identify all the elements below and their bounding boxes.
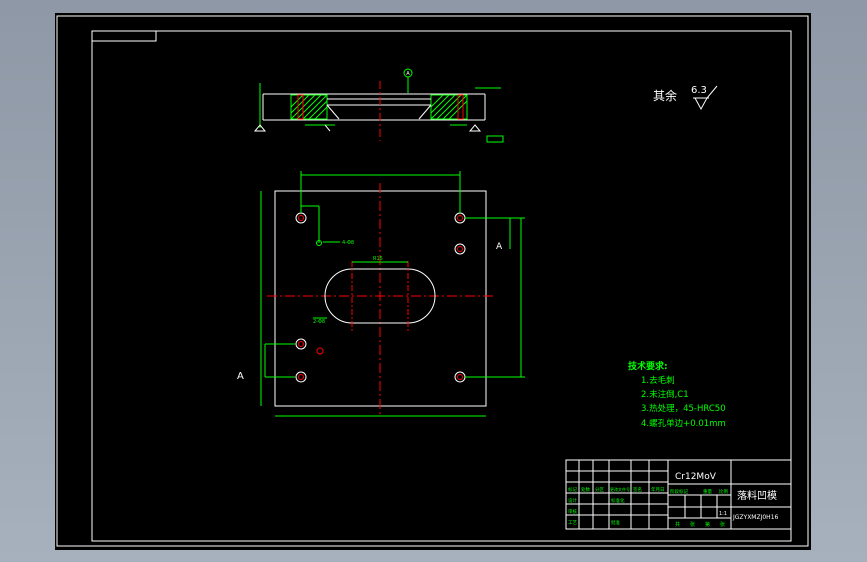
- tb-label: 设计: [568, 497, 577, 504]
- tb-label: 批准: [611, 519, 620, 526]
- tb-sheet-label: 共: [675, 521, 680, 528]
- tb-stage-label: 比例: [719, 488, 728, 495]
- corner-code-box: [91, 30, 157, 42]
- tb-label: 工艺: [568, 520, 577, 526]
- tb-stage-label: 阶段标记: [670, 488, 688, 495]
- small-hole: [316, 347, 324, 355]
- hole-annotation: 2-Φ8: [313, 319, 325, 325]
- sheet-inner-border: [91, 30, 792, 542]
- tech-req-item: 4.螺孔单边+0.01mm: [641, 418, 726, 429]
- tb-sheet-label: 张: [720, 521, 725, 528]
- pin-hole: [295, 338, 307, 350]
- tb-scale: 1:1: [719, 511, 727, 517]
- hatch-right: [430, 94, 468, 120]
- tech-req-item: 1.去毛刺: [641, 375, 675, 386]
- section-view[interactable]: A: [253, 68, 504, 143]
- surface-roughness-note: 其余 6.3: [653, 85, 718, 111]
- screw-hole: [454, 371, 466, 383]
- plan-view[interactable]: 4-Φ8 2-Φ8 R15 A A: [237, 171, 525, 417]
- roughness-label: 其余: [653, 88, 677, 103]
- tb-label: 标准化: [611, 497, 625, 504]
- slot-dimension: R15: [373, 256, 383, 262]
- tb-sheet-label: 张: [690, 521, 695, 528]
- tech-req-item: 3.热处理，45-HRC50: [641, 403, 726, 414]
- technical-requirements: 技术要求: 1.去毛刺 2.未注倒,C1 3.热处理，45-HRC50 4.螺孔…: [628, 360, 726, 429]
- screw-hole: [295, 371, 307, 383]
- tb-material: Cr12MoV: [675, 472, 717, 482]
- title-block: 标记 处数 分区 更改文件号 签名 年月日 设计 标准化 审核 工艺 批准 阶段…: [565, 459, 792, 530]
- datum-mark: A: [406, 71, 410, 77]
- drawing-canvas[interactable]: A 4-Φ8 2-Φ8 R15 A A 其余 6.3 技术要求: 1.去毛刺 2…: [55, 13, 811, 550]
- hatch-left: [290, 94, 328, 120]
- roughness-value: 6.3: [691, 85, 707, 96]
- tb-label: 分区: [595, 486, 604, 493]
- tb-label: 处数: [581, 486, 590, 493]
- tb-drawing-no: JGZYXMZJ0H16: [732, 514, 779, 521]
- section-arrow-label: A: [496, 242, 503, 252]
- view-label: A: [237, 371, 244, 382]
- screw-hole: [295, 212, 307, 224]
- tb-stage-label: 重量: [703, 488, 712, 495]
- tb-sheet-label: 第: [705, 521, 710, 528]
- tb-part-name: 落料凹模: [737, 489, 777, 502]
- tech-req-title: 技术要求:: [628, 360, 668, 372]
- tb-label: 审核: [568, 508, 577, 515]
- hole-annotation: 4-Φ8: [342, 240, 354, 246]
- screw-hole: [454, 212, 466, 224]
- tb-label: 年月日: [651, 486, 665, 493]
- tech-req-item: 2.未注倒,C1: [641, 389, 689, 400]
- cad-drawing-viewport[interactable]: A 4-Φ8 2-Φ8 R15 A A 其余 6.3 技术要求: 1.去毛刺 2…: [55, 13, 811, 550]
- pin-hole: [454, 243, 466, 255]
- tb-label: 更改文件号: [610, 486, 630, 492]
- tb-label: 标记: [568, 486, 577, 493]
- tb-label: 签名: [633, 486, 642, 493]
